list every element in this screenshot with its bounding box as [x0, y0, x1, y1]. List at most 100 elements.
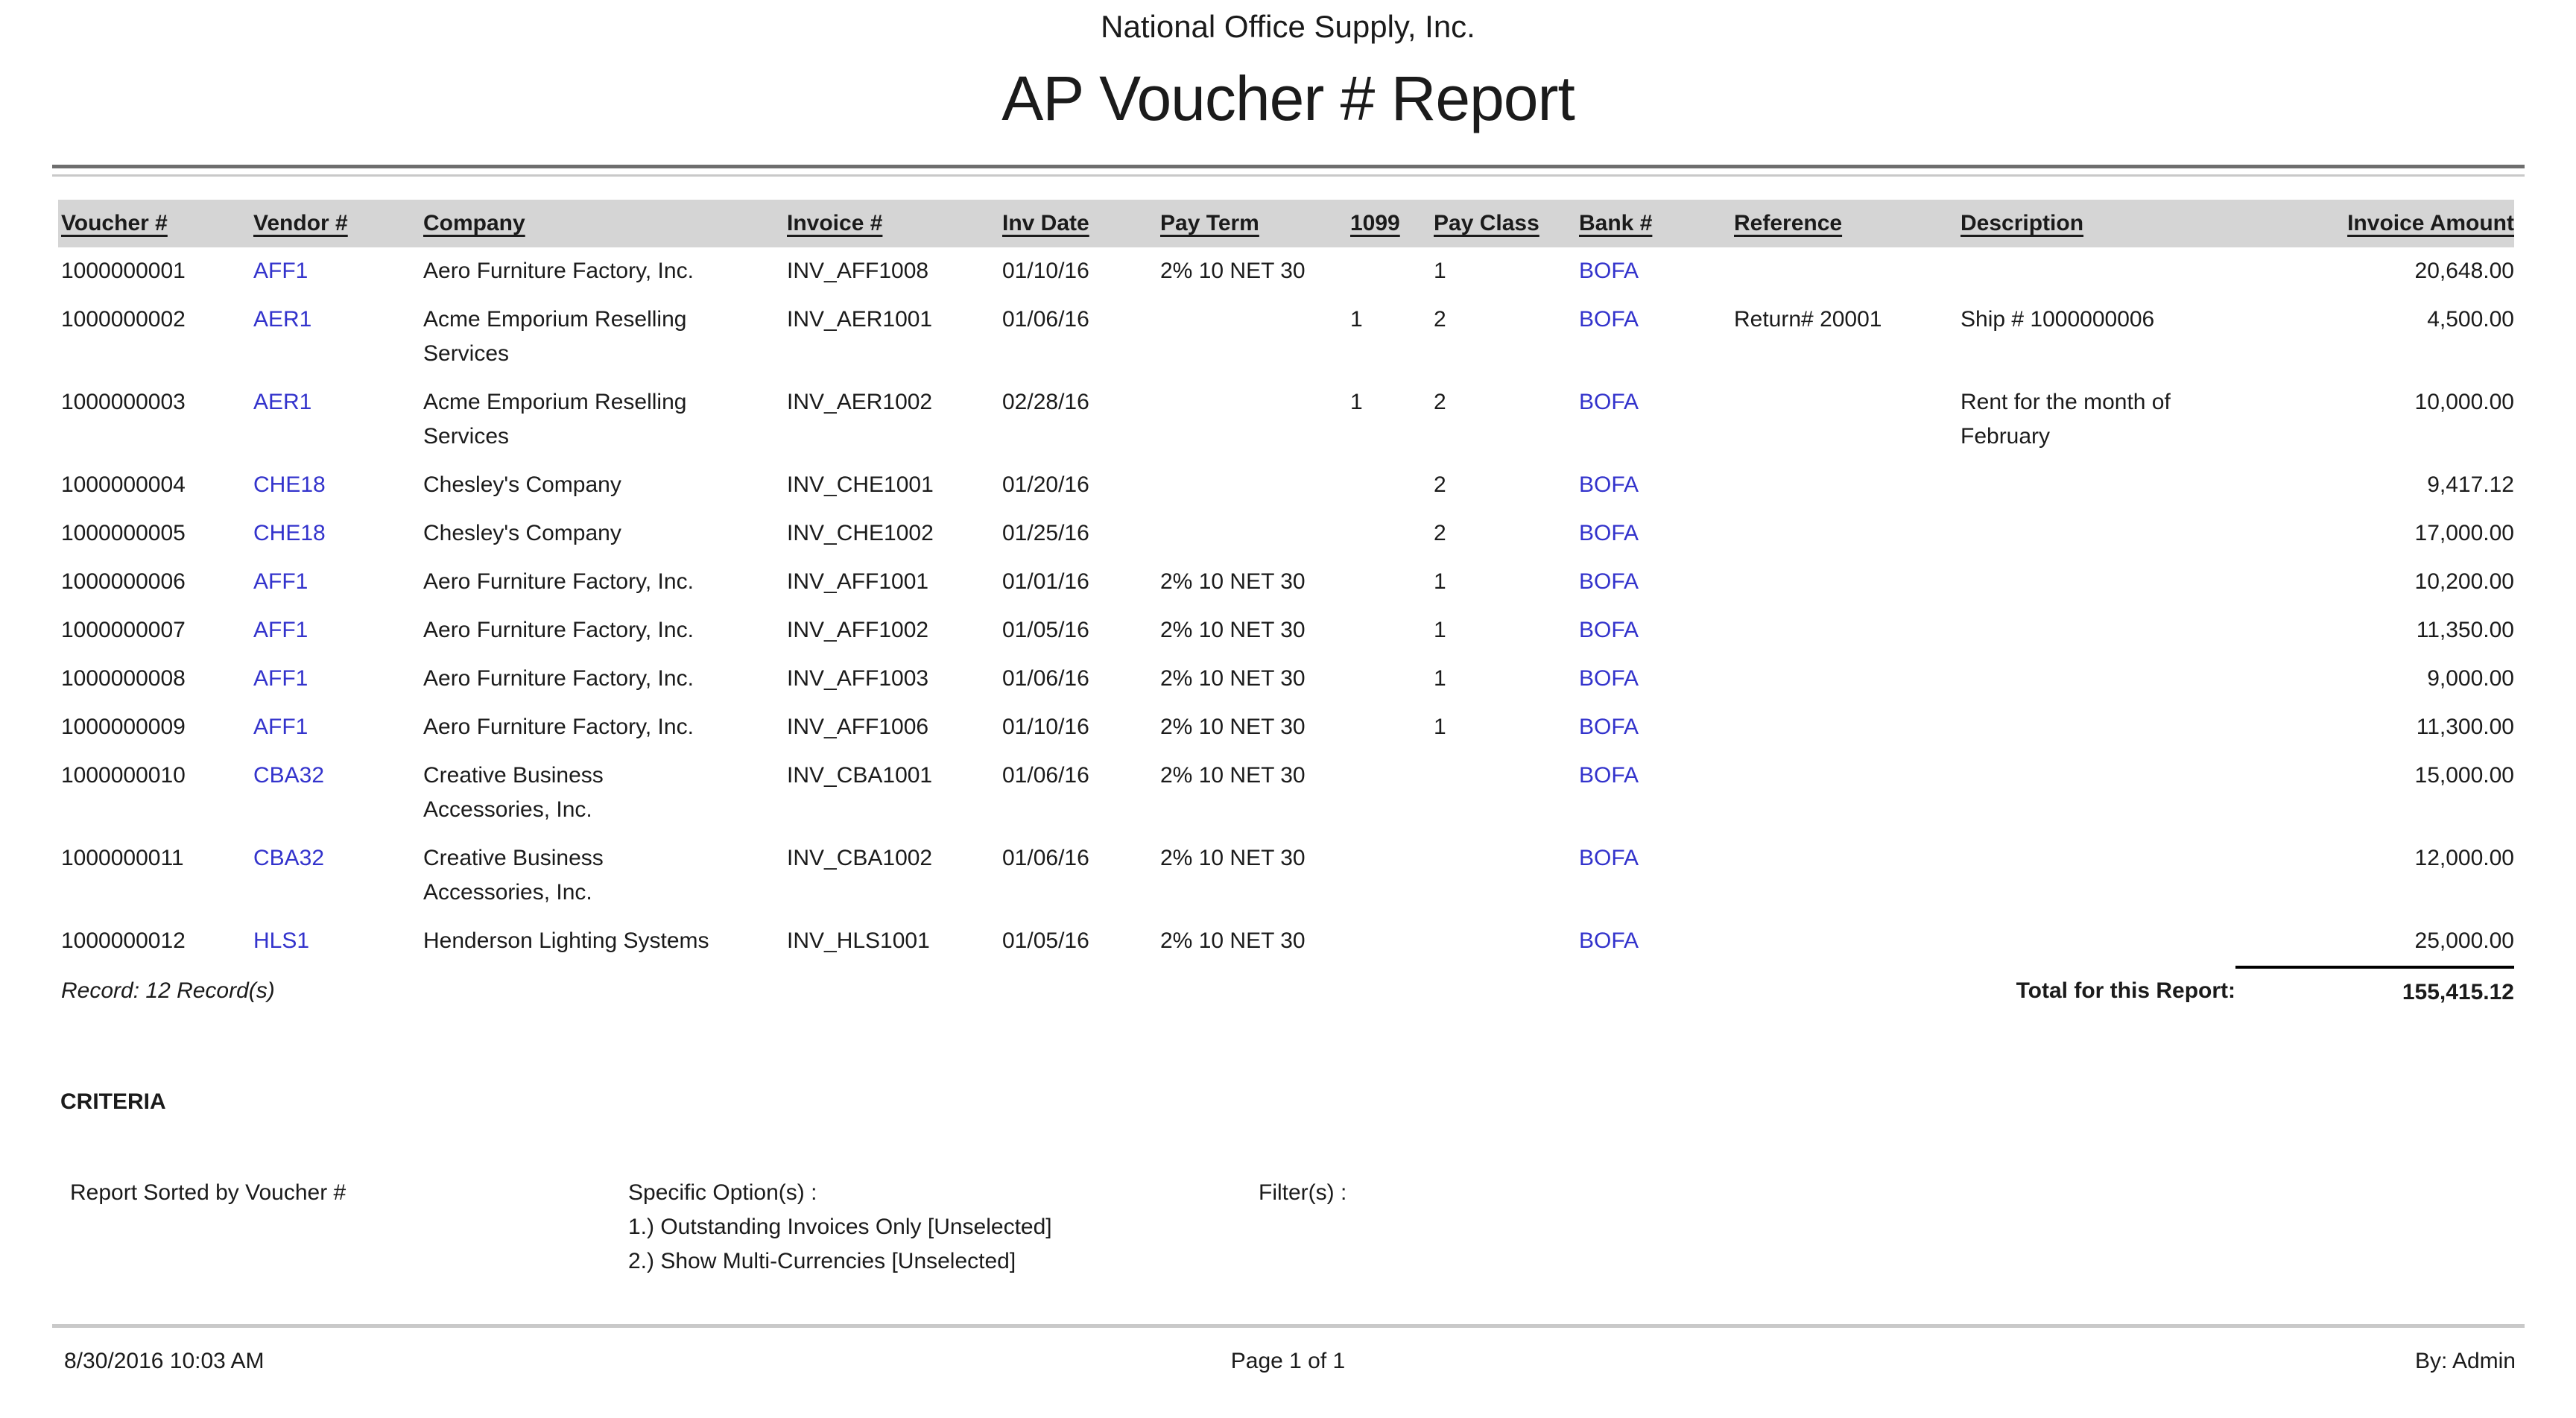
cell-description — [1961, 917, 2235, 967]
cell-1099 — [1350, 752, 1434, 835]
cell-invoice-amount: 11,350.00 — [2235, 607, 2514, 655]
bank-link[interactable]: BOFA — [1579, 655, 1734, 703]
cell-pay-class — [1434, 835, 1579, 917]
record-count: Record: 12 Record(s) — [58, 967, 423, 1017]
cell-description — [1961, 655, 2235, 703]
voucher-table: Voucher # Vendor # Company Invoice # Inv… — [58, 200, 2514, 1017]
bank-link[interactable]: BOFA — [1579, 461, 1734, 510]
cell-invoice-amount: 12,000.00 — [2235, 835, 2514, 917]
cell-pay-class: 1 — [1434, 558, 1579, 607]
cell-invoice-number: INV_AFF1001 — [787, 558, 1002, 607]
cell-invoice-amount: 20,648.00 — [2235, 247, 2514, 296]
title-divider-dark — [52, 165, 2525, 168]
cell-inv-date: 01/05/16 — [1002, 607, 1160, 655]
cell-invoice-number: INV_CBA1002 — [787, 835, 1002, 917]
table-row: 1000000012 HLS1 Henderson Lighting Syste… — [58, 917, 2514, 967]
cell-reference — [1734, 835, 1961, 917]
cell-1099 — [1350, 247, 1434, 296]
cell-company: Aero Furniture Factory, Inc. — [423, 655, 787, 703]
cell-description — [1961, 752, 2235, 835]
cell-1099 — [1350, 835, 1434, 917]
company-name: National Office Supply, Inc. — [0, 9, 2576, 45]
cell-pay-term — [1160, 510, 1350, 558]
cell-pay-term — [1160, 296, 1350, 379]
cell-invoice-number: INV_AFF1002 — [787, 607, 1002, 655]
cell-description — [1961, 510, 2235, 558]
cell-company: Acme Emporium Reselling Services — [423, 379, 787, 461]
footer-author: By: Admin — [2415, 1349, 2516, 1374]
vendor-link[interactable]: AER1 — [253, 296, 423, 379]
bank-link[interactable]: BOFA — [1579, 379, 1734, 461]
bank-link[interactable]: BOFA — [1579, 752, 1734, 835]
column-header-inv-date: Inv Date — [1002, 200, 1160, 247]
cell-1099 — [1350, 558, 1434, 607]
vendor-link[interactable]: AFF1 — [253, 607, 423, 655]
column-header-vendor-label: Vendor # — [253, 211, 348, 235]
vendor-link[interactable]: CBA32 — [253, 752, 423, 835]
cell-reference — [1734, 703, 1961, 752]
vendor-link[interactable]: CHE18 — [253, 510, 423, 558]
table-row: 1000000011 CBA32 Creative Business Acces… — [58, 835, 2514, 917]
cell-inv-date: 01/05/16 — [1002, 917, 1160, 967]
cell-pay-term: 2% 10 NET 30 — [1160, 835, 1350, 917]
cell-reference: Return# 20001 — [1734, 296, 1961, 379]
cell-invoice-amount: 25,000.00 — [2235, 917, 2514, 967]
cell-pay-class: 1 — [1434, 655, 1579, 703]
cell-1099 — [1350, 703, 1434, 752]
cell-invoice-number: INV_HLS1001 — [787, 917, 1002, 967]
cell-voucher-number: 1000000008 — [58, 655, 253, 703]
vendor-link[interactable]: AFF1 — [253, 247, 423, 296]
cell-description — [1961, 461, 2235, 510]
cell-1099 — [1350, 917, 1434, 967]
cell-inv-date: 01/06/16 — [1002, 835, 1160, 917]
cell-inv-date: 01/10/16 — [1002, 703, 1160, 752]
column-header-pay-term: Pay Term — [1160, 200, 1350, 247]
column-header-invoice-label: Invoice # — [787, 211, 882, 235]
bank-link[interactable]: BOFA — [1579, 835, 1734, 917]
cell-inv-date: 01/06/16 — [1002, 752, 1160, 835]
vendor-link[interactable]: CBA32 — [253, 835, 423, 917]
bank-link[interactable]: BOFA — [1579, 247, 1734, 296]
cell-company: Aero Furniture Factory, Inc. — [423, 247, 787, 296]
bank-link[interactable]: BOFA — [1579, 703, 1734, 752]
cell-inv-date: 01/06/16 — [1002, 655, 1160, 703]
vendor-link[interactable]: HLS1 — [253, 917, 423, 967]
cell-1099 — [1350, 607, 1434, 655]
cell-invoice-number: INV_AFF1003 — [787, 655, 1002, 703]
cell-reference — [1734, 655, 1961, 703]
vendor-link[interactable]: AER1 — [253, 379, 423, 461]
cell-invoice-amount: 17,000.00 — [2235, 510, 2514, 558]
cell-voucher-number: 1000000006 — [58, 558, 253, 607]
vendor-link[interactable]: AFF1 — [253, 558, 423, 607]
criteria-heading: CRITERIA — [60, 1089, 166, 1115]
cell-invoice-amount: 9,417.12 — [2235, 461, 2514, 510]
criteria-filters-label: Filter(s) : — [1259, 1176, 1346, 1210]
column-header-1099: 1099 — [1350, 200, 1434, 247]
vendor-link[interactable]: AFF1 — [253, 655, 423, 703]
cell-voucher-number: 1000000005 — [58, 510, 253, 558]
cell-pay-term: 2% 10 NET 30 — [1160, 655, 1350, 703]
cell-invoice-number: INV_CHE1001 — [787, 461, 1002, 510]
cell-inv-date: 02/28/16 — [1002, 379, 1160, 461]
bank-link[interactable]: BOFA — [1579, 607, 1734, 655]
cell-invoice-number: INV_CBA1001 — [787, 752, 1002, 835]
cell-pay-term: 2% 10 NET 30 — [1160, 752, 1350, 835]
bank-link[interactable]: BOFA — [1579, 510, 1734, 558]
cell-invoice-amount: 11,300.00 — [2235, 703, 2514, 752]
cell-pay-class — [1434, 752, 1579, 835]
vendor-link[interactable]: AFF1 — [253, 703, 423, 752]
column-header-invoice: Invoice # — [787, 200, 1002, 247]
cell-voucher-number: 1000000007 — [58, 607, 253, 655]
column-header-amount: Invoice Amount — [2235, 200, 2514, 247]
cell-pay-class: 1 — [1434, 703, 1579, 752]
cell-voucher-number: 1000000004 — [58, 461, 253, 510]
footer-page-indicator: Page 1 of 1 — [0, 1349, 2576, 1374]
table-row: 1000000002 AER1 Acme Emporium Reselling … — [58, 296, 2514, 379]
bank-link[interactable]: BOFA — [1579, 558, 1734, 607]
cell-voucher-number: 1000000002 — [58, 296, 253, 379]
bank-link[interactable]: BOFA — [1579, 917, 1734, 967]
table-row: 1000000003 AER1 Acme Emporium Reselling … — [58, 379, 2514, 461]
table-row: 1000000007 AFF1 Aero Furniture Factory, … — [58, 607, 2514, 655]
vendor-link[interactable]: CHE18 — [253, 461, 423, 510]
bank-link[interactable]: BOFA — [1579, 296, 1734, 379]
